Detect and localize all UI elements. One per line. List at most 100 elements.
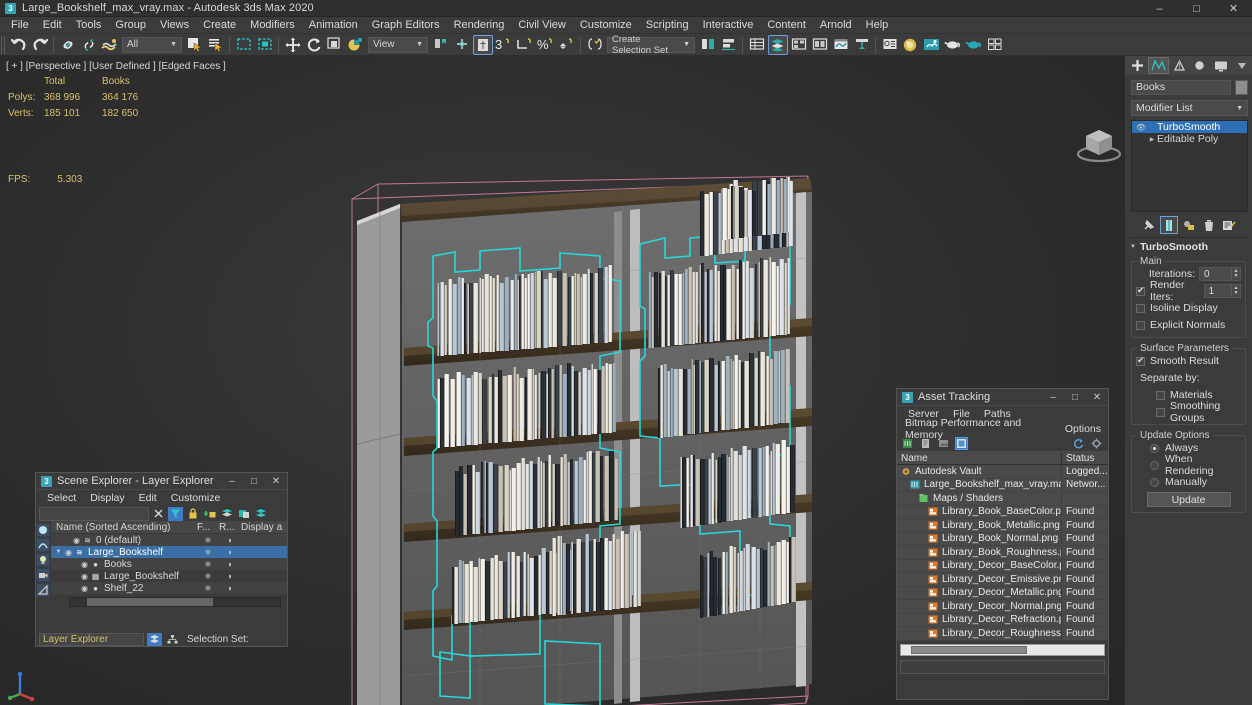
redo-button[interactable] <box>30 35 50 55</box>
select-and-place-button[interactable] <box>346 35 366 55</box>
new-layer-button[interactable] <box>219 507 234 521</box>
snaps-toggle-button[interactable] <box>473 35 493 55</box>
eye-icon[interactable]: ◉ <box>79 584 90 593</box>
menu-create[interactable]: Create <box>196 17 243 34</box>
eye-icon[interactable]: ◉ <box>63 548 74 557</box>
selection-filter-dropdown[interactable]: All ▼ <box>122 37 182 53</box>
asset-menu-options[interactable]: Options <box>1058 423 1108 435</box>
select-and-move-button[interactable] <box>283 35 303 55</box>
menu-graph-editors[interactable]: Graph Editors <box>365 17 447 34</box>
rectangular-selection-region-button[interactable] <box>234 35 254 55</box>
reference-coord-dropdown[interactable]: View ▼ <box>368 37 428 53</box>
render-toggle-icon[interactable]: ◗ <box>219 535 241 545</box>
material-editor-button[interactable] <box>901 35 921 55</box>
scene-explorer-row[interactable]: ◉ ≋ 0 (default) ❄ ◗ <box>51 534 287 546</box>
viewcube[interactable] <box>1078 130 1120 161</box>
remove-modifier-button[interactable] <box>1200 216 1218 234</box>
modifier-stack-item-turbosmooth[interactable]: 👁 TurboSmooth <box>1132 121 1247 133</box>
display-helpers-filter-button[interactable] <box>36 583 50 597</box>
render-toggle-icon[interactable]: ◗ <box>219 571 241 581</box>
eye-icon[interactable]: 👁 <box>1135 123 1147 132</box>
select-highlighted-button[interactable] <box>253 507 268 521</box>
asset-tracking-horizontal-scrollbar[interactable] <box>900 644 1105 656</box>
asset-tracking-row[interactable]: Library_Book_BaseColor.png Found <box>897 506 1108 520</box>
chevron-right-icon[interactable]: ▶ <box>1147 136 1157 143</box>
smooth-result-checkbox[interactable] <box>1136 357 1145 366</box>
scene-explorer-button[interactable] <box>768 35 788 55</box>
always-radio[interactable] <box>1150 444 1159 453</box>
asset-tracking-row[interactable]: Maps / Shaders <box>897 492 1108 506</box>
menu-animation[interactable]: Animation <box>302 17 365 34</box>
scene-explorer-maximize-button[interactable]: □ <box>243 473 265 490</box>
spinner-snap-toggle-button[interactable] <box>557 35 577 55</box>
ribbon-button[interactable] <box>810 35 830 55</box>
curve-editor-button[interactable] <box>831 35 851 55</box>
asset-tracking-row[interactable]: Library_Decor_Roughness.png Found <box>897 627 1108 641</box>
display-geometry-filter-button[interactable] <box>36 523 50 537</box>
asset-tracking-row[interactable]: Library_Book_Metallic.png Found <box>897 519 1108 533</box>
asset-tracking-window[interactable]: 3 Asset Tracking – □ ✕ Server File Paths… <box>896 388 1109 700</box>
toolbar-grip[interactable] <box>1 36 6 54</box>
modifier-list-dropdown[interactable]: Modifier List ▼ <box>1131 100 1248 116</box>
edit-named-selection-sets-button[interactable] <box>585 35 605 55</box>
percent-snap-toggle-button[interactable]: % <box>536 35 556 55</box>
menu-help[interactable]: Help <box>859 17 896 34</box>
expand-toggle-icon[interactable]: ▼ <box>54 549 63 555</box>
display-shapes-filter-button[interactable] <box>36 538 50 552</box>
hierarchy-tab[interactable] <box>1169 57 1190 74</box>
scene-explorer-close-button[interactable]: ✕ <box>265 473 287 490</box>
show-bitmaps-button[interactable] <box>919 437 932 450</box>
select-and-link-button[interactable] <box>58 35 78 55</box>
modify-tab[interactable] <box>1148 57 1169 74</box>
content-browser-button[interactable] <box>880 35 900 55</box>
asset-column-name[interactable]: Name <box>897 453 1062 464</box>
asset-tracking-row[interactable]: Library_Book_Roughness.png Found <box>897 546 1108 560</box>
use-center-flyout-button[interactable] <box>431 35 451 55</box>
menu-edit[interactable]: Edit <box>36 17 69 34</box>
menu-arnold[interactable]: Arnold <box>813 17 859 34</box>
asset-tracking-row[interactable]: Library_Book_Normal.png Found <box>897 533 1108 547</box>
asset-tracking-row[interactable]: Library_Decor_Normal.png Found <box>897 600 1108 614</box>
show-end-result-button[interactable] <box>1160 216 1178 234</box>
make-unique-button[interactable] <box>1180 216 1198 234</box>
manually-radio[interactable] <box>1150 478 1159 487</box>
asset-tracking-maximize-button[interactable]: □ <box>1064 389 1086 406</box>
explorer-tag[interactable]: Layer Explorer <box>39 633 144 646</box>
select-object-button[interactable] <box>185 35 205 55</box>
scrollbar-thumb[interactable] <box>87 598 213 606</box>
smoothing-groups-checkbox[interactable] <box>1156 408 1165 417</box>
motion-tab[interactable] <box>1190 57 1211 74</box>
scene-explorer-minimize-button[interactable]: – <box>221 473 243 490</box>
menu-interactive[interactable]: Interactive <box>696 17 761 34</box>
asset-column-status[interactable]: Status <box>1062 453 1108 464</box>
display-cameras-filter-button[interactable] <box>36 568 50 582</box>
freeze-toggle-icon[interactable]: ❄ <box>197 548 219 557</box>
schematic-view-button[interactable] <box>852 35 872 55</box>
select-and-rotate-button[interactable] <box>304 35 324 55</box>
menu-file[interactable]: File <box>4 17 36 34</box>
show-all-files-button[interactable] <box>955 437 968 450</box>
show-xrefs-button[interactable] <box>937 437 950 450</box>
scene-explorer-row[interactable]: ▼ ◉ ≋ Large_Bookshelf ❄ ◗ <box>51 546 287 558</box>
modifier-stack-item-editable-poly[interactable]: ▶ Editable Poly <box>1132 133 1247 145</box>
render-iters-checkbox[interactable] <box>1136 287 1145 296</box>
object-name-field[interactable]: Books <box>1131 80 1231 95</box>
search-input[interactable] <box>39 507 149 521</box>
object-color-swatch[interactable] <box>1235 80 1248 95</box>
select-and-manipulate-button[interactable] <box>452 35 472 55</box>
spinner-arrows-icon[interactable]: ▲ ▼ <box>1231 268 1240 280</box>
freeze-toggle-icon[interactable]: ❄ <box>197 584 219 593</box>
utilities-tab[interactable] <box>1231 57 1252 74</box>
unlink-selection-button[interactable] <box>79 35 99 55</box>
display-tab[interactable] <box>1210 57 1231 74</box>
menu-views[interactable]: Views <box>153 17 196 34</box>
column-renderable[interactable]: R... <box>219 522 241 533</box>
scene-explorer-list[interactable]: Name (Sorted Ascending) F... R... Displa… <box>51 521 287 629</box>
update-button[interactable]: Update <box>1147 492 1231 507</box>
iterations-spinner[interactable]: 0 ▲ ▼ <box>1199 267 1241 281</box>
window-crossing-button[interactable] <box>255 35 275 55</box>
scene-explorer-row[interactable]: ◉ ▦ Large_Bookshelf ❄ ◗ <box>51 570 287 582</box>
asset-tracking-row[interactable]: Large_Bookshelf_max_vray.max Networ... <box>897 479 1108 493</box>
select-and-scale-button[interactable] <box>325 35 345 55</box>
render-in-cloud-button[interactable] <box>985 35 1005 55</box>
